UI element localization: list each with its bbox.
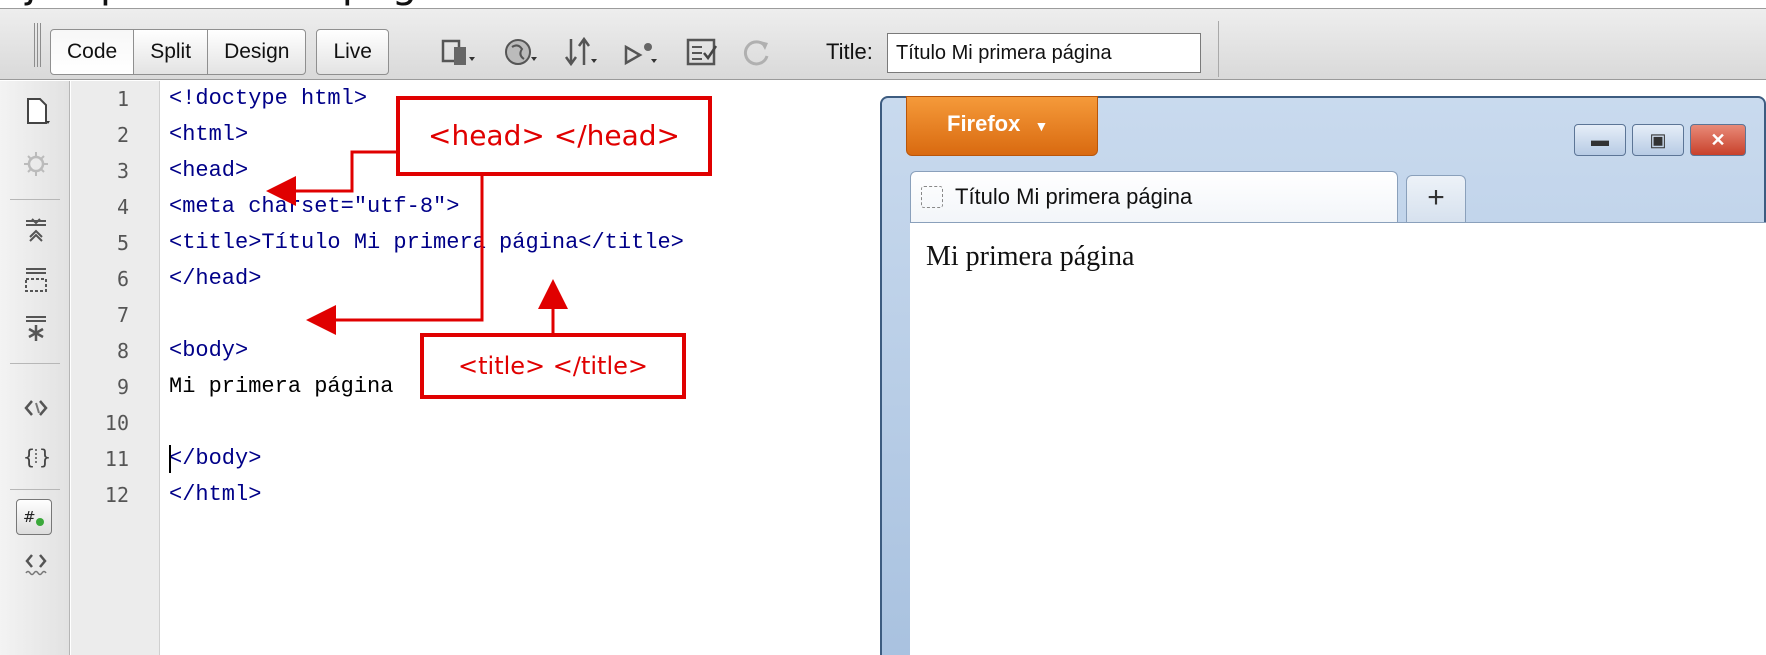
multiscreen-icon[interactable] (440, 35, 478, 71)
line-numbers-icon[interactable]: # (16, 499, 52, 535)
code-line[interactable]: <title>Título Mi primera página</title> (169, 225, 684, 261)
line-number: 2 (116, 123, 129, 147)
document-toolbar: Code Split Design Live Title: (0, 8, 1766, 80)
line-number-gutter: 1 2 3 4 5 6 7 8 9 10 11 12 (71, 81, 160, 655)
chevron-down-icon: ▼ (1034, 118, 1049, 134)
line-number: 12 (104, 483, 129, 507)
coding-toolbar: {} # (0, 81, 70, 655)
text-caret (169, 445, 171, 473)
title-label: Title: (826, 39, 873, 64)
page-favicon-icon (921, 186, 943, 208)
refresh-icon[interactable] (738, 35, 776, 71)
select-parent-tag-icon[interactable] (20, 391, 52, 425)
line-number: 1 (116, 87, 129, 111)
code-line[interactable]: <head> (169, 153, 248, 189)
view-buttons: Code Split Design Live (50, 29, 389, 75)
open-documents-icon[interactable] (20, 95, 52, 129)
code-line[interactable]: <body> (169, 333, 248, 369)
debug-icon[interactable] (622, 35, 660, 71)
maximize-icon[interactable]: ▣ (1632, 124, 1684, 156)
minimize-icon[interactable]: ▬ (1574, 124, 1626, 156)
head-annotation-label: <head> </head> (396, 96, 712, 176)
document-title-input[interactable] (887, 33, 1201, 73)
svg-text:#: # (23, 508, 36, 526)
expand-all-icon[interactable] (20, 311, 52, 345)
code-line[interactable]: </head> (169, 261, 261, 297)
code-view-button[interactable]: Code (50, 29, 135, 75)
validate-icon[interactable] (684, 35, 722, 71)
line-number: 3 (116, 159, 129, 183)
split-view-button[interactable]: Split (133, 29, 209, 75)
code-line[interactable]: <meta charset="utf-8"> (169, 189, 459, 225)
file-transfer-icon[interactable] (562, 35, 600, 71)
line-number: 9 (116, 375, 129, 399)
collapse-full-tag-icon[interactable] (20, 213, 52, 247)
line-number: 11 (104, 447, 129, 471)
preview-globe-icon[interactable] (502, 35, 540, 71)
browser-viewport: Mi primera página (910, 222, 1766, 655)
title-annotation-label: <title> </title> (420, 333, 686, 399)
svg-text:{: { (23, 445, 35, 469)
window-controls: ▬ ▣ ✕ (1574, 124, 1746, 156)
syntax-error-icon[interactable] (20, 545, 52, 579)
close-icon[interactable]: ✕ (1690, 124, 1746, 156)
code-line[interactable]: </body> (169, 441, 261, 477)
gutter-divider (10, 199, 60, 200)
code-line[interactable]: </html> (169, 477, 261, 513)
slide-heading: Ejemplo Primera página (0, 0, 1766, 8)
show-code-navigator-icon[interactable] (20, 147, 52, 181)
line-number: 6 (116, 267, 129, 291)
tab-title: Título Mi primera página (955, 184, 1193, 209)
page-body-text: Mi primera página (926, 241, 1135, 272)
code-line[interactable]: Mi primera página (169, 369, 393, 405)
toolbar-divider (1218, 21, 1219, 77)
design-view-button[interactable]: Design (207, 29, 307, 75)
balance-braces-icon[interactable]: {} (20, 439, 52, 473)
code-line[interactable]: <!doctype html> (169, 81, 367, 117)
collapse-selection-icon[interactable] (20, 263, 52, 297)
line-number: 7 (116, 303, 129, 327)
line-number: 8 (116, 339, 129, 363)
line-number: 4 (116, 195, 129, 219)
toolbar-grip[interactable] (34, 23, 42, 67)
svg-text:}: } (39, 445, 51, 469)
new-tab-button[interactable]: + (1406, 175, 1466, 223)
gutter-divider (10, 489, 60, 490)
gutter-divider (10, 363, 60, 364)
line-number: 5 (116, 231, 129, 255)
code-line[interactable]: <html> (169, 117, 248, 153)
firefox-menu-button[interactable]: Firefox ▼ (906, 96, 1098, 156)
live-view-button[interactable]: Live (316, 29, 389, 75)
firefox-menu-label: Firefox (947, 111, 1021, 136)
firefox-window: Firefox ▼ ▬ ▣ ✕ Título Mi primera página… (880, 96, 1766, 655)
line-number: 10 (104, 411, 129, 435)
browser-tab[interactable]: Título Mi primera página (910, 171, 1398, 223)
